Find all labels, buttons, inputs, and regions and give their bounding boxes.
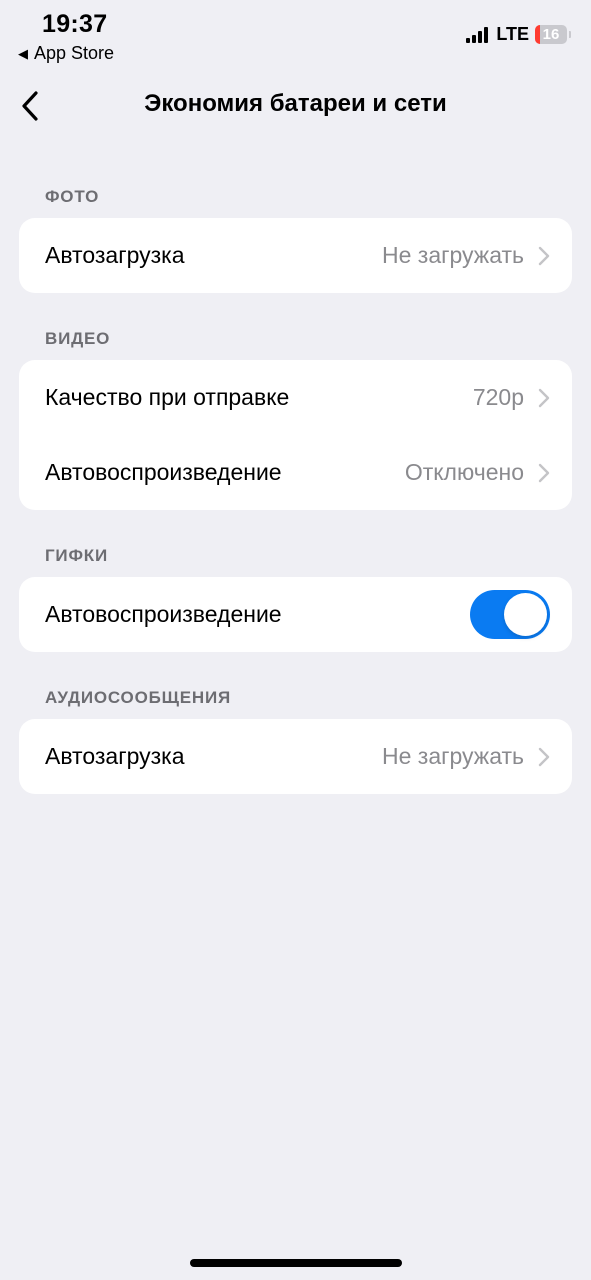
- section-header-gifs: ГИФКИ: [45, 546, 108, 565]
- row-label: Автовоспроизведение: [45, 459, 282, 485]
- page-title: Экономия батареи и сети: [144, 90, 447, 117]
- row-label: Автозагрузка: [45, 242, 185, 268]
- battery-fill: [535, 25, 541, 44]
- row-value: Отключено: [404, 459, 524, 485]
- photo-settings-card: Автозагрузка Не загружать: [19, 218, 572, 293]
- back-app-label: App Store: [34, 43, 115, 63]
- battery-level: 16: [542, 26, 560, 43]
- row-label: Автовоспроизведение: [45, 601, 282, 627]
- audio-autodownload-row[interactable]: Автозагрузка Не загружать: [19, 719, 572, 794]
- screen: 19:37 ◀ App Store LTE 16 Экономия батаре…: [0, 0, 591, 1280]
- gifs-settings-card: Автовоспроизведение: [19, 577, 572, 652]
- gifs-autoplay-toggle[interactable]: [470, 590, 550, 639]
- status-bar: 19:37 ◀ App Store LTE 16: [0, 0, 591, 72]
- video-autoplay-row[interactable]: Автовоспроизведение Отключено: [19, 435, 572, 510]
- photo-autodownload-row[interactable]: Автозагрузка Не загружать: [19, 218, 572, 293]
- back-triangle-icon: ◀: [18, 45, 28, 61]
- home-indicator[interactable]: [190, 1259, 402, 1267]
- chevron-right-icon: [538, 747, 550, 767]
- row-value: Не загружать: [382, 743, 524, 769]
- back-to-app-link[interactable]: ◀ App Store: [18, 43, 114, 64]
- battery-icon: 16: [535, 25, 571, 44]
- gifs-autoplay-row: Автовоспроизведение: [19, 577, 572, 652]
- navigation-bar: Экономия батареи и сети: [0, 78, 591, 132]
- section-header-photo: ФОТО: [45, 187, 100, 206]
- status-time: 19:37: [42, 10, 108, 38]
- row-value: 720p: [472, 384, 524, 410]
- cellular-signal-icon: [466, 26, 490, 43]
- row-label: Автозагрузка: [45, 743, 185, 769]
- network-type: LTE: [496, 24, 529, 44]
- row-label: Качество при отправке: [45, 384, 290, 410]
- section-header-video: ВИДЕО: [45, 329, 111, 348]
- chevron-right-icon: [538, 463, 550, 483]
- chevron-right-icon: [538, 246, 550, 266]
- battery-cap: [569, 31, 571, 38]
- chevron-right-icon: [538, 388, 550, 408]
- row-value: Не загружать: [382, 242, 524, 268]
- audio-settings-card: Автозагрузка Не загружать: [19, 719, 572, 794]
- section-header-audio: АУДИОСООБЩЕНИЯ: [45, 688, 231, 707]
- video-settings-card: Качество при отправке 720p Автовоспроизв…: [19, 360, 572, 510]
- video-quality-row[interactable]: Качество при отправке 720p: [19, 360, 572, 435]
- status-indicators: LTE 16: [466, 24, 571, 45]
- toggle-knob: [504, 593, 547, 636]
